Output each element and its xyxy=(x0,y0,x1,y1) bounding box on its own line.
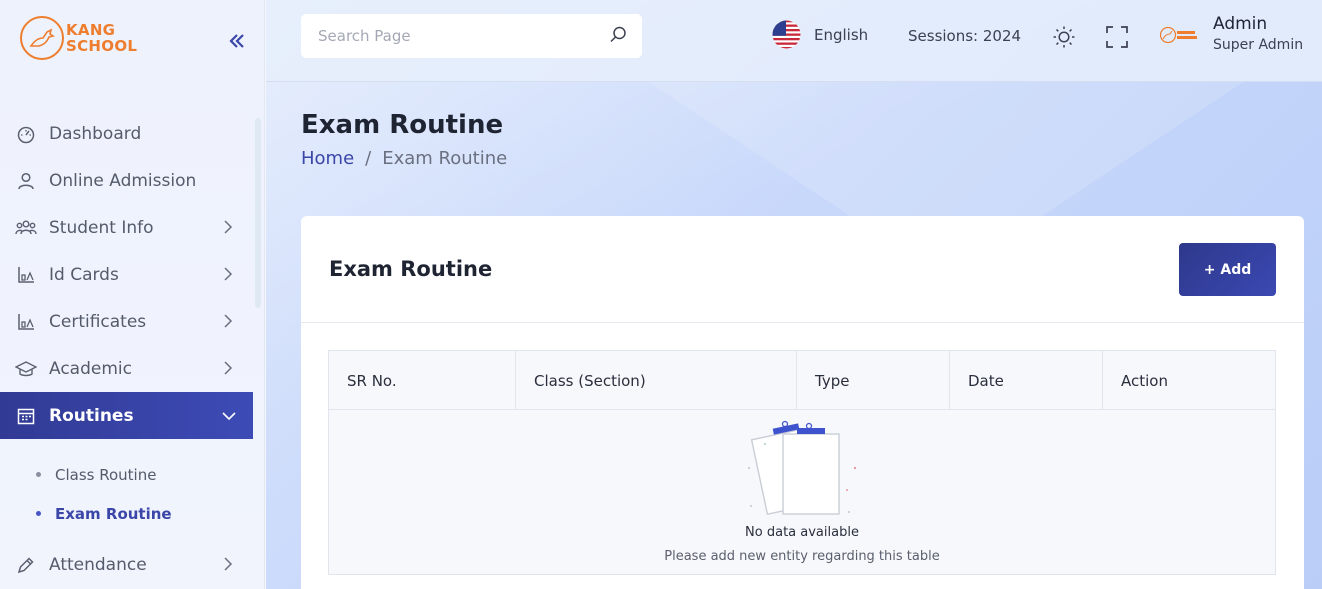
chevron-right-icon xyxy=(224,267,233,281)
chevron-right-icon xyxy=(224,220,233,234)
column-header-sr-no[interactable]: SR No. xyxy=(329,351,516,410)
sidebar-item-routines[interactable]: Routines xyxy=(0,392,253,439)
submenu-item-class-routine[interactable]: Class Routine xyxy=(0,455,253,494)
sidebar-item-label: Certificates xyxy=(49,311,147,332)
brand-logo[interactable]: KANG SCHOOL xyxy=(20,16,137,60)
calendar-icon xyxy=(15,405,37,427)
double-chevron-left-icon xyxy=(229,34,244,48)
sidebar-item-label: Routines xyxy=(49,405,134,426)
search-icon[interactable] xyxy=(608,25,628,45)
sidebar-item-id-cards[interactable]: Id Cards xyxy=(0,251,253,298)
main-content: English Sessions: 2024 xyxy=(266,0,1322,589)
language-selector[interactable]: English xyxy=(772,20,868,49)
user-menu[interactable]: Admin Super Admin xyxy=(1159,14,1303,56)
breadcrumb-home-link[interactable]: Home xyxy=(301,148,354,169)
sidebar-item-online-admission[interactable]: Online Admission xyxy=(0,157,253,204)
breadcrumb: Home / Exam Routine xyxy=(301,148,507,169)
sidebar-item-label: Attendance xyxy=(49,554,147,575)
user-name: Admin xyxy=(1213,14,1268,34)
sidebar-item-label: Dashboard xyxy=(49,123,142,144)
page-title: Exam Routine xyxy=(301,110,504,140)
kangaroo-logo-icon xyxy=(1159,26,1197,44)
column-header-date[interactable]: Date xyxy=(950,351,1103,410)
column-header-class-section[interactable]: Class (Section) xyxy=(516,351,797,410)
session-label[interactable]: Sessions: 2024 xyxy=(908,27,1021,45)
sidebar-item-label: Student Info xyxy=(49,217,154,238)
empty-state-subtitle: Please add new entity regarding this tab… xyxy=(664,549,940,564)
empty-state-title: No data available xyxy=(745,525,859,540)
chart-icon xyxy=(15,311,37,333)
chart-icon xyxy=(15,264,37,286)
table-body-empty: No data available Please add new entity … xyxy=(329,410,1275,574)
sidebar-item-certificates[interactable]: Certificates xyxy=(0,298,253,345)
exam-routine-card: Exam Routine + Add SR No. Class (Section… xyxy=(301,216,1304,589)
bullet-dot xyxy=(36,511,41,516)
brand-name: KANG SCHOOL xyxy=(66,22,137,54)
exam-routine-table: SR No. Class (Section) Type Date Action xyxy=(328,350,1276,575)
chevron-right-icon xyxy=(224,557,233,571)
graduation-cap-icon xyxy=(15,358,37,380)
user-role: Super Admin xyxy=(1213,37,1304,53)
sidebar-item-academic[interactable]: Academic xyxy=(0,345,253,392)
sidebar: KANG SCHOOL Dashboard Online Admission S… xyxy=(0,0,265,589)
breadcrumb-separator: / xyxy=(365,148,372,169)
chevron-right-icon xyxy=(224,361,233,375)
collapse-sidebar-button[interactable] xyxy=(226,30,248,52)
search-box xyxy=(301,14,642,58)
theme-toggle-button[interactable] xyxy=(1052,25,1076,53)
sun-icon xyxy=(1053,26,1075,48)
routines-submenu: Class Routine Exam Routine xyxy=(0,439,253,541)
sidebar-item-label: Online Admission xyxy=(49,170,197,191)
sidebar-item-attendance[interactable]: Attendance xyxy=(0,541,253,588)
users-icon xyxy=(15,217,37,239)
sidebar-item-dashboard[interactable]: Dashboard xyxy=(0,110,253,157)
submenu-item-label: Class Routine xyxy=(55,465,157,484)
add-button[interactable]: + Add xyxy=(1179,243,1276,296)
fullscreen-button[interactable] xyxy=(1106,26,1128,52)
bullet-dot xyxy=(36,472,41,477)
card-header: Exam Routine + Add xyxy=(301,216,1304,323)
card-title: Exam Routine xyxy=(329,257,493,281)
brand-line-2: SCHOOL xyxy=(66,37,138,55)
user-icon xyxy=(15,170,37,192)
sidebar-item-student-info[interactable]: Student Info xyxy=(0,204,253,251)
kangaroo-logo-icon xyxy=(20,16,64,60)
submenu-item-label: Exam Routine xyxy=(55,504,172,523)
chevron-right-icon xyxy=(224,314,233,328)
chevron-down-icon xyxy=(222,412,236,421)
avatar xyxy=(1159,25,1199,45)
column-header-type[interactable]: Type xyxy=(797,351,950,410)
brand-line-1: KANG xyxy=(66,21,116,39)
us-flag-icon xyxy=(772,20,801,49)
sidebar-item-label: Academic xyxy=(49,358,132,379)
table-header-row: SR No. Class (Section) Type Date Action xyxy=(329,351,1275,410)
sidebar-item-label: Id Cards xyxy=(49,264,119,285)
sidebar-scrollbar[interactable] xyxy=(255,118,261,308)
column-header-action[interactable]: Action xyxy=(1103,351,1275,410)
fullscreen-icon xyxy=(1106,26,1128,48)
submenu-item-exam-routine[interactable]: Exam Routine xyxy=(0,494,253,533)
search-input[interactable] xyxy=(318,27,608,45)
sidebar-nav: Dashboard Online Admission Student Info … xyxy=(0,110,253,588)
topbar: English Sessions: 2024 xyxy=(266,0,1322,82)
pen-icon xyxy=(15,554,37,576)
language-label: English xyxy=(814,25,869,44)
empty-clipboard-icon xyxy=(748,420,857,515)
gauge-icon xyxy=(15,123,37,145)
breadcrumb-current: Exam Routine xyxy=(382,148,508,169)
